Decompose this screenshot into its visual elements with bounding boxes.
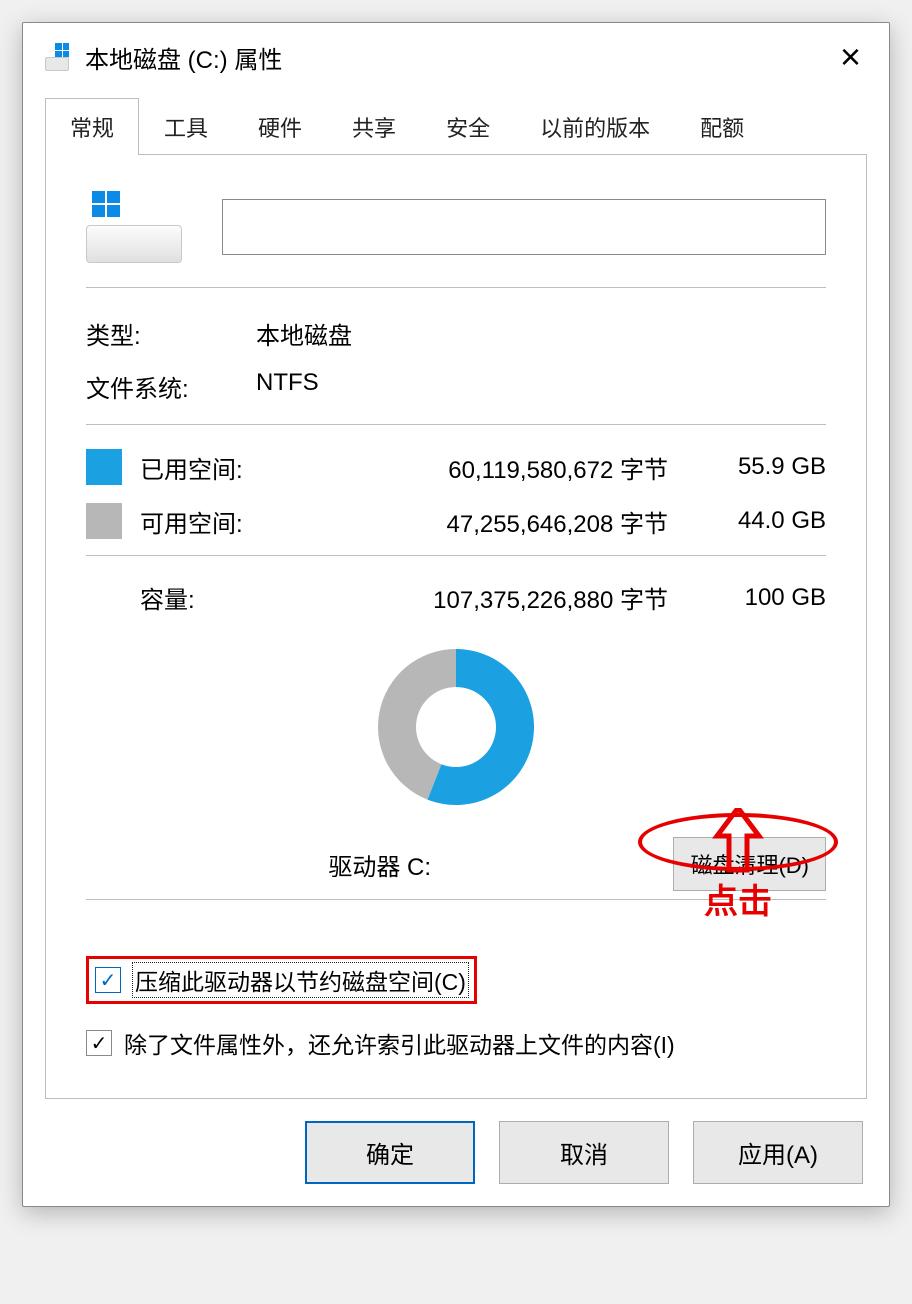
compress-checkbox[interactable]: ✓ — [95, 967, 121, 993]
dialog-buttons: 确定 取消 应用(A) — [23, 1099, 889, 1206]
window-title: 本地磁盘 (C:) 属性 — [85, 40, 282, 75]
tab-panel-general: 类型: 本地磁盘 文件系统: NTFS 已用空间: 60,119,580,672… — [45, 154, 867, 1099]
drive-name-input[interactable] — [222, 199, 826, 255]
annotation-box: ✓ 压缩此驱动器以节约磁盘空间(C) — [86, 956, 477, 1004]
properties-dialog: 本地磁盘 (C:) 属性 × 常规工具硬件共享安全以前的版本配额 类型: 本地磁… — [22, 22, 890, 1207]
titlebar: 本地磁盘 (C:) 属性 × — [23, 23, 889, 91]
tab-1[interactable]: 工具 — [139, 98, 233, 155]
filesystem-value: NTFS — [256, 369, 319, 404]
compress-label: 压缩此驱动器以节约磁盘空间(C) — [133, 963, 468, 997]
used-space-label: 已用空间: — [140, 450, 330, 485]
used-space-bytes: 60,119,580,672 字节 — [348, 450, 668, 485]
ok-button[interactable]: 确定 — [305, 1121, 475, 1184]
capacity-label: 容量: — [140, 580, 330, 615]
used-swatch-icon — [86, 449, 122, 485]
used-space-gb: 55.9 GB — [686, 453, 826, 481]
close-icon[interactable]: × — [834, 39, 867, 75]
capacity-gb: 100 GB — [686, 584, 826, 612]
tab-6[interactable]: 配额 — [675, 98, 769, 155]
free-space-bytes: 47,255,646,208 字节 — [348, 504, 668, 539]
apply-button[interactable]: 应用(A) — [693, 1121, 863, 1184]
capacity-bytes: 107,375,226,880 字节 — [348, 580, 668, 615]
usage-donut-chart — [366, 637, 546, 817]
free-space-gb: 44.0 GB — [686, 507, 826, 535]
free-swatch-icon — [86, 503, 122, 539]
disk-cleanup-button[interactable]: 磁盘清理(D) — [673, 837, 826, 891]
drive-icon — [45, 43, 73, 71]
type-label: 类型: — [86, 316, 256, 351]
filesystem-label: 文件系统: — [86, 369, 256, 404]
index-label: 除了文件属性外，还允许索引此驱动器上文件的内容(I) — [124, 1026, 675, 1060]
tab-0[interactable]: 常规 — [45, 98, 139, 155]
drive-letter-label: 驱动器 C: — [86, 847, 673, 882]
type-value: 本地磁盘 — [256, 316, 352, 351]
tab-2[interactable]: 硬件 — [233, 98, 327, 155]
tab-3[interactable]: 共享 — [327, 98, 421, 155]
free-space-label: 可用空间: — [140, 504, 330, 539]
tab-4[interactable]: 安全 — [421, 98, 515, 155]
index-checkbox[interactable]: ✓ — [86, 1030, 112, 1056]
tab-strip: 常规工具硬件共享安全以前的版本配额 — [45, 97, 867, 154]
cancel-button[interactable]: 取消 — [499, 1121, 669, 1184]
drive-large-icon — [86, 191, 182, 263]
tab-5[interactable]: 以前的版本 — [515, 98, 675, 155]
